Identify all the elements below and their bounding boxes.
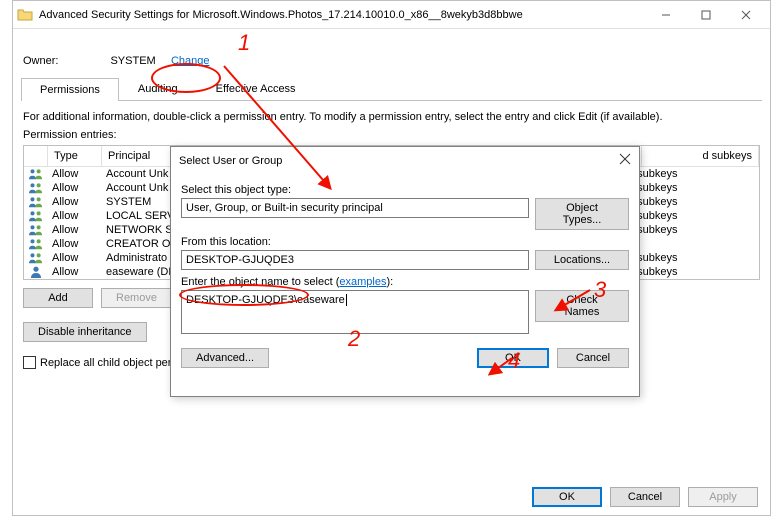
people-icon [24, 252, 48, 264]
col-subkeys[interactable]: d subkeys [642, 146, 759, 166]
object-name-input[interactable]: DESKTOP-GJUQDE3\easeware [181, 290, 529, 334]
row-type: Allow [48, 266, 102, 278]
row-type: Allow [48, 252, 102, 264]
main-apply-button: Apply [688, 487, 758, 507]
people-icon [24, 168, 48, 180]
row-subkeys: d subkeys [622, 168, 759, 180]
dialog-cancel-button[interactable]: Cancel [557, 348, 629, 368]
row-subkeys: d subkeys [622, 182, 759, 194]
maximize-button[interactable] [686, 3, 726, 27]
row-subkeys: d subkeys [622, 224, 759, 236]
minimize-button[interactable] [646, 3, 686, 27]
object-types-button[interactable]: Object Types... [535, 198, 629, 230]
row-subkeys: d subkeys [622, 252, 759, 264]
replace-children-checkbox[interactable] [23, 356, 36, 369]
dialog-ok-button[interactable]: OK [477, 348, 549, 368]
row-type: Allow [48, 224, 102, 236]
object-name-label: Enter the object name to select (example… [181, 276, 629, 288]
examples-link[interactable]: examples [339, 276, 386, 288]
people-icon [24, 210, 48, 222]
row-subkeys: y [622, 238, 759, 250]
row-subkeys: d subkeys [622, 210, 759, 222]
col-blank [24, 146, 48, 166]
owner-label: Owner: [23, 55, 58, 67]
permission-entries-label: Permission entries: [13, 129, 770, 145]
row-subkeys: d subkeys [622, 266, 759, 278]
people-icon [24, 182, 48, 194]
row-type: Allow [48, 196, 102, 208]
footer-buttons: OK Cancel Apply [532, 487, 758, 507]
location-label: From this location: [181, 236, 629, 248]
main-cancel-button[interactable]: Cancel [610, 487, 680, 507]
tab-permissions[interactable]: Permissions [21, 78, 119, 101]
info-text: For additional information, double-click… [13, 101, 770, 129]
tabs: Permissions Auditing Effective Access [21, 77, 762, 101]
close-button[interactable] [726, 3, 766, 27]
people-icon [24, 224, 48, 236]
change-owner-link[interactable]: Change [171, 55, 210, 67]
tab-auditing[interactable]: Auditing [119, 77, 197, 100]
advanced-button[interactable]: Advanced... [181, 348, 269, 368]
main-ok-button[interactable]: OK [532, 487, 602, 507]
col-type[interactable]: Type [48, 146, 102, 166]
check-names-button[interactable]: Check Names [535, 290, 629, 322]
window-title: Advanced Security Settings for Microsoft… [39, 9, 646, 21]
user-icon [24, 266, 48, 278]
remove-button: Remove [101, 288, 172, 308]
dialog-title-bar: Select User or Group [171, 147, 639, 174]
dialog-title: Select User or Group [179, 155, 619, 167]
tab-effective-access[interactable]: Effective Access [197, 77, 315, 100]
dialog-close-button[interactable] [619, 153, 631, 168]
locations-button[interactable]: Locations... [535, 250, 629, 270]
row-type: Allow [48, 168, 102, 180]
object-type-field[interactable]: User, Group, or Built-in security princi… [181, 198, 529, 218]
owner-value: SYSTEM [110, 55, 155, 67]
people-icon [24, 238, 48, 250]
people-icon [24, 196, 48, 208]
row-type: Allow [48, 210, 102, 222]
select-user-dialog: Select User or Group Select this object … [170, 146, 640, 397]
folder-icon [17, 7, 33, 23]
add-button[interactable]: Add [23, 288, 93, 308]
disable-inheritance-button[interactable]: Disable inheritance [23, 322, 147, 342]
object-type-label: Select this object type: [181, 184, 629, 196]
location-field[interactable]: DESKTOP-GJUQDE3 [181, 250, 529, 270]
row-subkeys: d subkeys [622, 196, 759, 208]
row-type: Allow [48, 238, 102, 250]
owner-row: Owner: SYSTEM Change [13, 29, 770, 77]
row-type: Allow [48, 182, 102, 194]
title-bar: Advanced Security Settings for Microsoft… [13, 1, 770, 29]
